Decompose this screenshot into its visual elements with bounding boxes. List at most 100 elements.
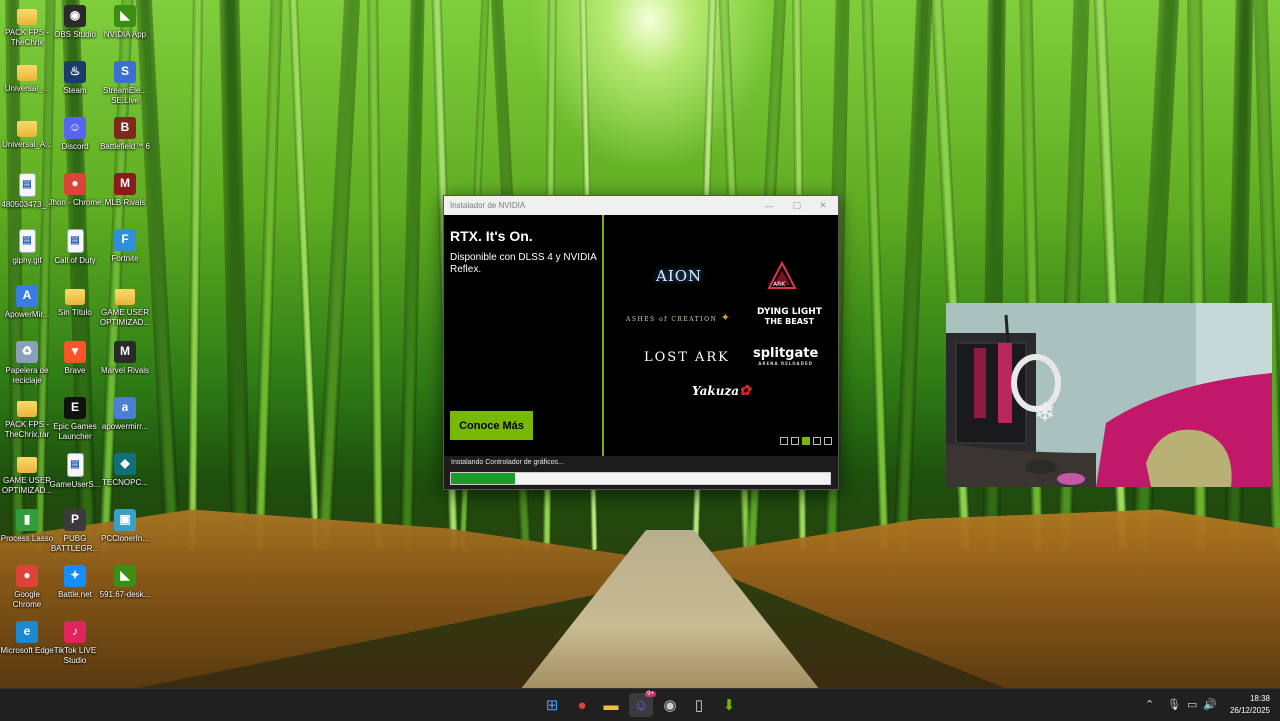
chrome-icon[interactable]: ● — [570, 693, 594, 717]
desktop-icon-label: PACK FPS - TheChrix — [5, 28, 49, 47]
installer-icon[interactable]: ▯ — [687, 693, 711, 717]
desktop-icon[interactable]: PACK FPS - TheChrix — [0, 5, 54, 47]
desktop-icon-label: Sin Título — [58, 308, 92, 317]
desktop-icon[interactable]: ▮ Process Lasso — [0, 509, 54, 544]
desktop-icon[interactable]: PACK FPS - TheChrix.rar — [0, 397, 54, 439]
desktop-icon-label: Discord — [61, 142, 89, 151]
volume-icon[interactable]: 🔊 — [1203, 698, 1217, 711]
nvidia-installer-icon[interactable]: ⬇ — [717, 693, 741, 717]
desktop-icon[interactable]: ▤ Call of Duty — [48, 229, 102, 266]
desktop-icon[interactable]: ◉ OBS Studio — [48, 5, 102, 40]
desktop-icon[interactable]: a apowermirr... — [98, 397, 152, 432]
desktop-icon-label: MLB Rivals — [104, 198, 146, 207]
process-lasso-icon: ▮ — [16, 509, 38, 531]
desktop-icon[interactable]: F Fortnite — [98, 229, 152, 264]
desktop-icon-label: TECNOPC... — [102, 478, 148, 487]
carousel-dot[interactable] — [824, 437, 832, 445]
file-explorer-icon[interactable]: ▬ — [599, 693, 623, 717]
carousel-dot[interactable] — [813, 437, 821, 445]
desktop-icon-label: 480503473_... — [1, 200, 53, 209]
desktop-icon[interactable]: ☺ Discord — [48, 117, 102, 152]
desktop-icon[interactable]: ▣ PCClonerIn... — [98, 509, 152, 544]
chrome-icon: ● — [64, 173, 86, 195]
desktop-icon[interactable]: E Epic Games Launcher — [48, 397, 102, 441]
desktop-icon-label: GameUserS... — [49, 480, 101, 489]
desktop-icon[interactable]: P PUBG BATTLEGR... — [48, 509, 102, 553]
ashes-of-creation-logo: ASHES of CREATION ✦ — [626, 311, 732, 324]
epic-games-icon: E — [64, 397, 86, 419]
carousel-dot[interactable] — [802, 437, 810, 445]
svg-text:❄: ❄ — [1034, 398, 1056, 428]
ark-logo-text: ARK — [773, 281, 786, 288]
desktop-icon[interactable]: ▤ GameUserS... — [48, 453, 102, 490]
desktop-icon[interactable]: ◣ 591.67-desk... — [98, 565, 152, 600]
edge-icon: e — [16, 621, 38, 643]
desktop-icon[interactable]: ▼ Brave — [48, 341, 102, 376]
splitgate-subtitle: ARENA RELOADED — [758, 361, 813, 366]
window-title: Instalador de NVIDIA — [450, 201, 526, 210]
desktop-icon[interactable]: ◆ TECNOPC... — [98, 453, 152, 488]
desktop-icon[interactable]: ♻ Papelera de reciclaje — [0, 341, 54, 385]
desktop-icon[interactable]: ▤ giphy.gif — [0, 229, 54, 266]
microphone-icon[interactable]: 🎙 — [1167, 698, 1181, 711]
desktop-icon[interactable]: Universal_... — [0, 61, 54, 94]
learn-more-button[interactable]: Conoce Más — [450, 411, 533, 440]
file-icon: ▤ — [66, 229, 84, 253]
maximize-icon[interactable]: ▢ — [786, 196, 808, 215]
splitgate-title: splitgate — [753, 346, 819, 361]
bamboo-stalk — [253, 0, 283, 551]
desktop-icon[interactable]: Universal_A... — [0, 117, 54, 150]
install-status-text: Instalando Controlador de gráficos... — [451, 459, 564, 466]
yakuza-logo: Yakuza✿ — [692, 383, 751, 399]
desktop-icon[interactable]: e Microsoft Edge — [0, 621, 54, 656]
desktop-icon[interactable]: GAME USER OPTIMIZAD... — [98, 285, 152, 327]
discord-icon: ☺ — [64, 117, 86, 139]
chevron-up-icon[interactable]: ⌃ — [1145, 698, 1154, 711]
network-icon[interactable]: ▭ — [1187, 698, 1197, 711]
windows-start-icon-glyph: ⊞ — [545, 697, 559, 714]
webcam-overlay: ❄ — [946, 303, 1272, 487]
folder-icon — [17, 121, 37, 137]
bamboo-stalk — [219, 0, 251, 551]
splitgate-logo: splitgate ARENA RELOADED — [753, 346, 818, 366]
desktop-icon[interactable]: Sin Título — [48, 285, 102, 318]
desktop-icon[interactable]: ▤ 480503473_... — [0, 173, 54, 210]
desktop-icon[interactable]: B Battlefield™ 6 — [98, 117, 152, 152]
desktop-icon[interactable]: S StreamEle... SE.Live — [98, 61, 152, 105]
close-icon[interactable]: ✕ — [812, 196, 834, 215]
desktop-icon[interactable]: GAME USER OPTIMIZAD... — [0, 453, 54, 495]
system-clock[interactable]: 18:38 26/12/2025 — [1230, 693, 1270, 717]
desktop-icon[interactable]: ♨ Steam — [48, 61, 102, 96]
desktop-icon[interactable]: ♪ TikTok LIVE Studio — [48, 621, 102, 665]
tiktok-icon: ♪ — [64, 621, 86, 643]
desktop-icon[interactable]: ◣ NVIDIA App — [98, 5, 152, 40]
desktop-icon[interactable]: ● Jhon - Chrome — [48, 173, 102, 208]
promo-subtitle: Disponible con DLSS 4 y NVIDIA Reflex. — [450, 252, 597, 275]
lost-ark-logo: LOST ARK — [644, 350, 730, 365]
desktop-icon[interactable]: M MLB Rivals — [98, 173, 152, 208]
dying-light-subtitle: THE BEAST — [764, 317, 815, 326]
window-titlebar[interactable]: Instalador de NVIDIA — ▢ ✕ — [444, 196, 838, 215]
apowermirror-icon: A — [16, 285, 38, 307]
folder-icon — [115, 289, 135, 305]
discord-icon-glyph: ☺ — [633, 696, 649, 714]
desktop-icon[interactable]: A ApowerMir... — [0, 285, 54, 320]
desktop-icon-label: GAME USER OPTIMIZAD... — [1, 476, 53, 495]
windows-start-icon[interactable]: ⊞ — [540, 693, 564, 717]
desktop-icon-label: Google Chrome — [12, 590, 42, 609]
minimize-icon[interactable]: — — [758, 196, 780, 215]
carousel-dot[interactable] — [780, 437, 788, 445]
discord-icon[interactable]: ☺ 9+ — [629, 691, 656, 717]
desktop-icon-label: 591.67-desk... — [99, 590, 151, 599]
bamboo-stalk — [367, 0, 384, 551]
carousel-dot[interactable] — [791, 437, 799, 445]
obs-icon[interactable]: ◉ — [658, 693, 682, 717]
recycle-bin-icon: ♻ — [16, 341, 38, 363]
desktop-icon[interactable]: ● Google Chrome — [0, 565, 54, 609]
clock-date: 26/12/2025 — [1229, 706, 1270, 715]
ashes-emblem-icon: ✦ — [720, 311, 732, 324]
desktop-icon[interactable]: ✦ Battle.net — [48, 565, 102, 600]
desktop-icon[interactable]: M Marvel Rivals — [98, 341, 152, 376]
battlenet-icon: ✦ — [64, 565, 86, 587]
desktop-icon-label: apowermirr... — [101, 422, 149, 431]
